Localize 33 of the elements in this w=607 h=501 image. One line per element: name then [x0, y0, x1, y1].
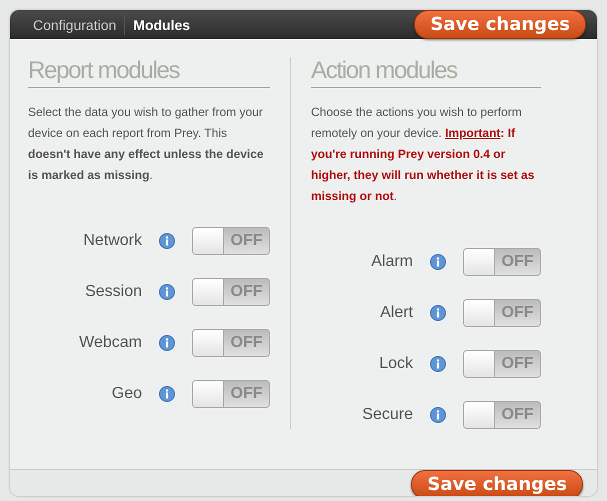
module-label: Webcam	[79, 334, 142, 352]
module-label: Secure	[362, 406, 413, 424]
toggle-switch[interactable]: OFF	[463, 350, 541, 378]
info-icon[interactable]	[430, 254, 446, 270]
info-icon[interactable]	[159, 233, 175, 249]
section-title: Report modules	[28, 57, 180, 85]
module-label: Lock	[379, 355, 413, 373]
toggle-switch[interactable]: OFF	[192, 329, 270, 357]
info-icon[interactable]	[430, 356, 446, 372]
module-label: Session	[85, 283, 142, 301]
toggle-switch[interactable]: OFF	[192, 227, 270, 255]
save-button[interactable]: Save changes	[414, 10, 586, 39]
info-icon[interactable]	[430, 305, 446, 321]
info-icon[interactable]	[159, 284, 175, 300]
toggle-switch[interactable]: OFF	[463, 248, 541, 276]
description-text: Select the data you wish to gather from your device on each report from Prey. This doesn't have any effect unless the device is marked as missing.	[28, 104, 265, 184]
toggle-switch[interactable]: OFF	[463, 401, 541, 429]
module-label: Geo	[112, 385, 142, 403]
info-icon[interactable]	[159, 335, 175, 351]
module-label: Alert	[380, 304, 413, 322]
tab[interactable]: Configuration	[25, 14, 124, 34]
info-icon[interactable]	[430, 407, 446, 423]
section-title: Action modules	[311, 57, 457, 85]
module-label: Alarm	[371, 253, 413, 271]
tab[interactable]: Modules	[124, 14, 198, 34]
important-link[interactable]: Important	[445, 126, 500, 140]
toggle-switch[interactable]: OFF	[192, 278, 270, 306]
description-text: Choose the actions you wish to perform remotely on your device. Important: If you're running Prey version 0.4 or higher, they will run whether it is set as missing or not.	[311, 104, 536, 205]
info-icon[interactable]	[159, 386, 175, 402]
module-label: Network	[83, 232, 142, 250]
toggle-switch[interactable]: OFF	[192, 380, 270, 408]
toggle-switch[interactable]: OFF	[463, 299, 541, 327]
save-button[interactable]: Save changes	[411, 470, 583, 496]
